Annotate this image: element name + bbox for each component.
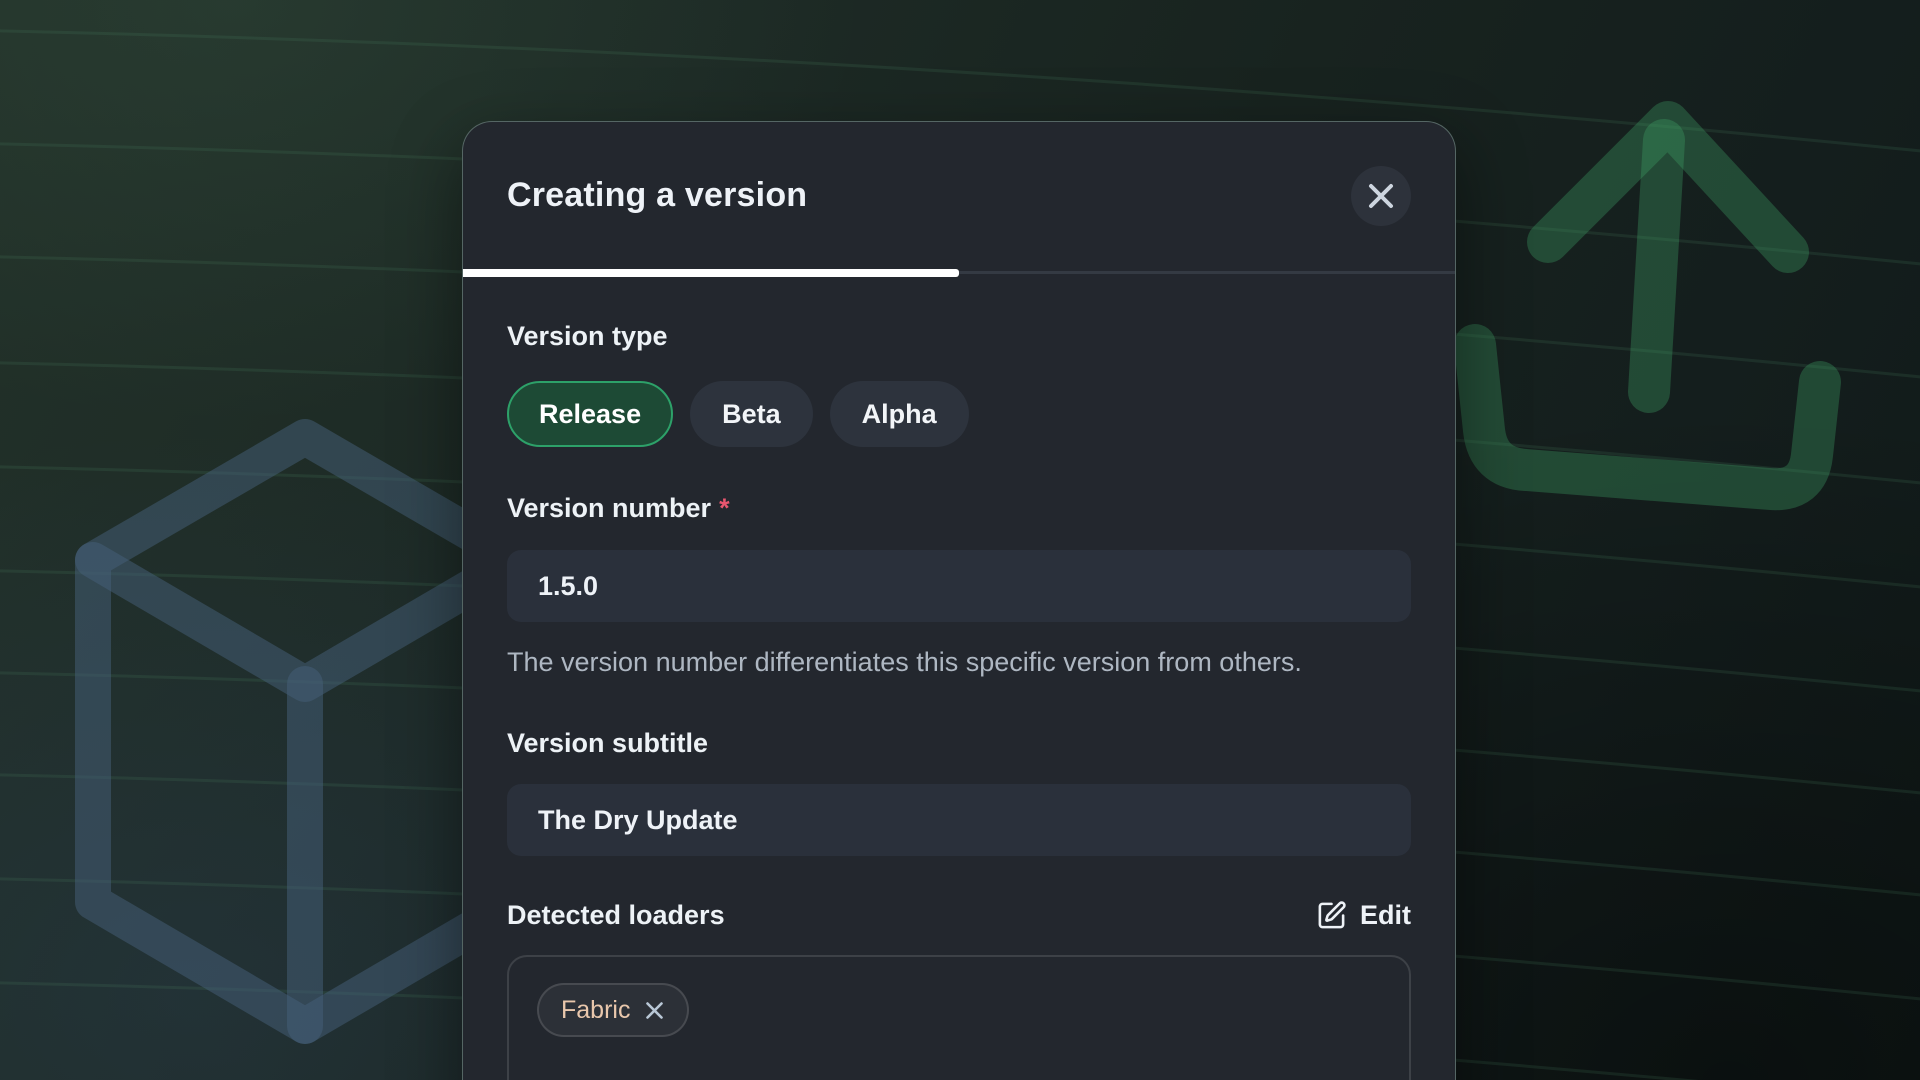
progress-fill — [463, 269, 959, 277]
loader-chip-fabric: Fabric — [537, 983, 689, 1037]
detected-loaders-box: Fabric — [507, 955, 1411, 1080]
version-type-options: Release Beta Alpha — [507, 381, 1411, 447]
modal-title: Creating a version — [507, 176, 807, 215]
page-background: Creating a version Version type Release … — [0, 0, 1920, 1080]
version-subtitle-label: Version subtitle — [507, 726, 1411, 760]
upload-arrow-icon — [1475, 122, 1820, 489]
detected-loaders-label: Detected loaders — [507, 898, 725, 932]
loader-chip-label: Fabric — [561, 996, 630, 1025]
close-icon — [1368, 183, 1394, 209]
square-pen-icon — [1316, 900, 1347, 931]
package-cube-icon — [93, 437, 517, 1026]
progress-bar — [463, 269, 1455, 277]
edit-loaders-label: Edit — [1360, 900, 1411, 931]
version-type-label: Version type — [507, 319, 1411, 353]
version-number-label: Version number * — [507, 491, 1411, 525]
version-type-release-button[interactable]: Release — [507, 381, 673, 447]
version-subtitle-input[interactable] — [507, 784, 1411, 856]
modal-header: Creating a version — [463, 122, 1455, 269]
remove-fabric-loader-button[interactable] — [644, 1000, 665, 1021]
version-type-alpha-button[interactable]: Alpha — [830, 381, 969, 447]
version-type-beta-button[interactable]: Beta — [690, 381, 813, 447]
close-button[interactable] — [1351, 166, 1411, 226]
modal-body: Version type Release Beta Alpha Version … — [463, 319, 1455, 1080]
version-number-input[interactable] — [507, 550, 1411, 622]
x-icon — [644, 1000, 665, 1021]
edit-loaders-button[interactable]: Edit — [1316, 900, 1411, 931]
version-number-label-text: Version number — [507, 493, 711, 523]
detected-loaders-header: Detected loaders Edit — [507, 898, 1411, 932]
create-version-modal: Creating a version Version type Release … — [462, 121, 1456, 1080]
required-marker: * — [719, 493, 730, 523]
version-number-help-text: The version number differentiates this s… — [507, 640, 1387, 684]
